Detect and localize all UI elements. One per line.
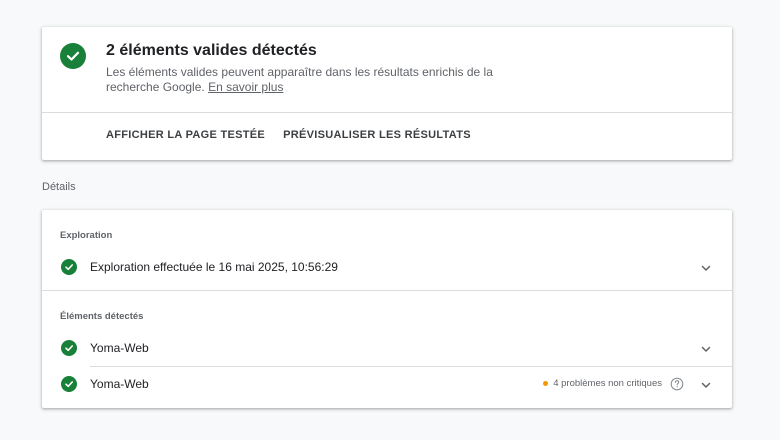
warning-badge: 4 problèmes non critiques: [543, 378, 662, 389]
detected-section-label: Éléments détectés: [60, 311, 144, 322]
summary-title: 2 éléments valides détectés: [106, 42, 317, 59]
divider: [42, 112, 732, 113]
warning-dot-icon: [543, 381, 549, 386]
view-tested-page-button[interactable]: AFFICHER LA PAGE TESTÉE: [106, 129, 265, 141]
summary-description-text: Les éléments valides peuvent apparaître …: [106, 65, 493, 94]
divider: [42, 290, 732, 291]
details-heading: Détails: [42, 181, 76, 193]
check-icon: [60, 43, 86, 69]
exploration-row[interactable]: Exploration effectuée le 16 mai 2025, 10…: [42, 249, 732, 285]
check-icon: [61, 340, 77, 356]
exploration-section-label: Exploration: [60, 230, 113, 241]
action-bar: AFFICHER LA PAGE TESTÉE PRÉVISUALISER LE…: [106, 129, 471, 141]
detected-item-name: Yoma-Web: [90, 377, 149, 391]
summary-card: 2 éléments valides détectés Les éléments…: [42, 27, 732, 160]
summary-header: 2 éléments valides détectés Les éléments…: [42, 27, 732, 112]
details-card: Exploration Exploration effectuée le 16 …: [42, 210, 732, 408]
exploration-status: Exploration effectuée le 16 mai 2025, 10…: [90, 260, 338, 274]
preview-results-button[interactable]: PRÉVISUALISER LES RÉSULTATS: [283, 129, 471, 141]
help-icon[interactable]: [670, 377, 684, 391]
chevron-down-icon[interactable]: [700, 261, 712, 273]
warning-text: 4 problèmes non critiques: [553, 378, 662, 389]
detected-item-row[interactable]: Yoma-Web 4 problèmes non critiques: [42, 366, 732, 402]
chevron-down-icon[interactable]: [700, 342, 712, 354]
check-icon: [61, 376, 77, 392]
learn-more-link[interactable]: En savoir plus: [208, 80, 283, 94]
detected-item-row[interactable]: Yoma-Web: [42, 330, 732, 366]
check-icon: [61, 259, 77, 275]
chevron-down-icon[interactable]: [700, 378, 712, 390]
detected-item-name: Yoma-Web: [90, 341, 149, 355]
summary-description: Les éléments valides peuvent apparaître …: [106, 65, 536, 95]
